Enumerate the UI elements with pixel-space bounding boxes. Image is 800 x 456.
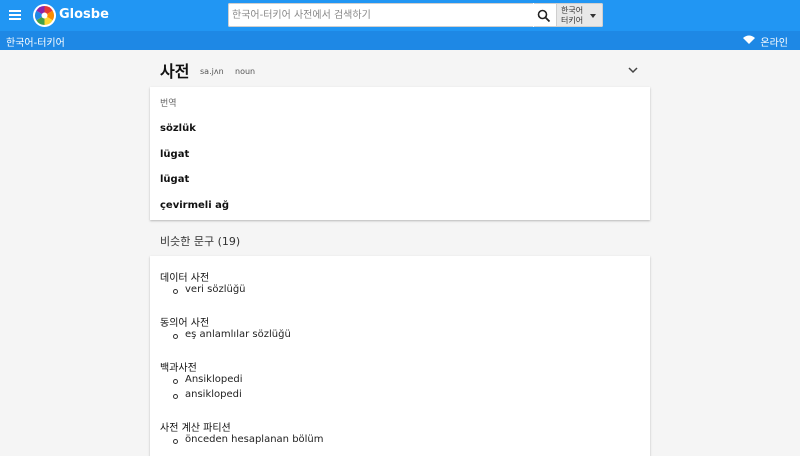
menu-icon[interactable]	[9, 10, 21, 20]
phrase-translation[interactable]: eş anlamlılar sözlüğü	[185, 329, 291, 340]
translation-item[interactable]: çevirmeli ağ	[160, 200, 229, 211]
search-box: 한국어 터키어	[228, 3, 603, 27]
list-bullet	[173, 289, 178, 294]
translation-item[interactable]: sözlük	[160, 123, 196, 134]
chevron-down-icon[interactable]	[628, 64, 638, 77]
phrase-translation[interactable]: önceden hesaplanan bölüm	[185, 434, 324, 445]
list-bullet	[173, 394, 178, 399]
phrase-source[interactable]: 데이터 사전	[160, 269, 209, 284]
list-bullet	[173, 379, 178, 384]
translation-item[interactable]: lügat	[160, 174, 189, 185]
part-of-speech: noun	[235, 67, 256, 76]
translations-label: 번역	[160, 99, 177, 109]
phrase-source[interactable]: 사전 계산 파티션	[160, 419, 231, 434]
phrase-translation[interactable]: ansiklopedi	[185, 389, 242, 400]
similar-phrases-heading: 비슷한 문구 (19)	[160, 235, 241, 248]
search-input[interactable]	[228, 3, 533, 27]
translation-item[interactable]: lügat	[160, 149, 189, 160]
phrase-source[interactable]: 동의어 사전	[160, 314, 209, 329]
entry-header: 사전 sa.jʌn noun	[150, 58, 650, 82]
search-button[interactable]	[534, 3, 556, 27]
search-icon	[537, 9, 551, 23]
online-status-label: 온라인	[760, 38, 788, 49]
online-status: 온라인	[743, 34, 788, 49]
headword: 사전	[160, 62, 190, 81]
list-bullet	[173, 439, 178, 444]
pronunciation: sa.jʌn	[200, 67, 224, 76]
list-bullet	[173, 334, 178, 339]
similar-phrases-card: 데이터 사전 veri sözlüğü 동의어 사전 eş anlamlılar…	[150, 256, 650, 456]
target-language-label: 터키어	[561, 16, 584, 25]
dictionary-title[interactable]: 한국어-터키어	[6, 34, 65, 49]
language-pair-select[interactable]: 한국어 터키어	[556, 3, 603, 27]
translations-card: 번역 sözlük lügat lügat çevirmeli ağ	[150, 87, 650, 220]
brand-name[interactable]: Glosbe	[59, 7, 109, 22]
phrase-translation[interactable]: Ansiklopedi	[185, 374, 242, 385]
phrase-translation[interactable]: veri sözlüğü	[185, 284, 246, 295]
source-language-label: 한국어	[561, 6, 584, 15]
sub-header-bar: 한국어-터키어 온라인	[0, 31, 800, 50]
glosbe-logo-icon[interactable]	[33, 4, 56, 27]
phrase-source[interactable]: 백과사전	[160, 359, 197, 374]
wifi-icon	[743, 35, 756, 44]
top-app-bar: Glosbe 한국어 터키어	[0, 0, 800, 31]
chevron-down-icon	[590, 14, 596, 18]
